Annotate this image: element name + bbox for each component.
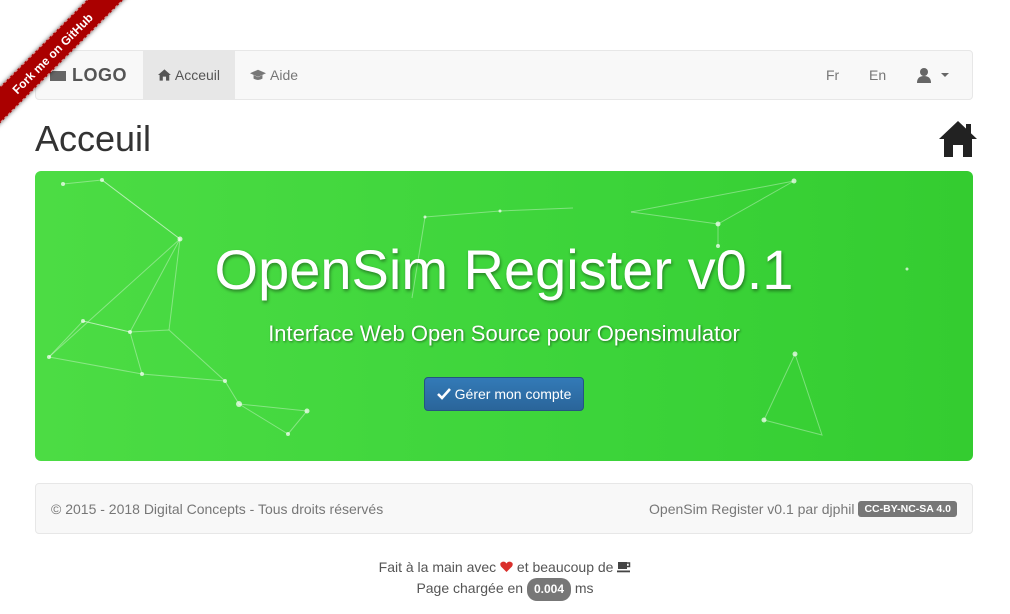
lang-en-label: En [869,67,887,83]
credits-page-loaded: Page chargée en [416,580,524,596]
footer-credit: OpenSim Register v0.1 par djphil CC-BY-N… [649,501,957,517]
nav-item-acceuil[interactable]: Acceuil [143,51,235,99]
jumbotron-heading: OpenSim Register v0.1 [214,238,794,301]
manage-account-label: Gérer mon compte [454,386,572,402]
home-icon [158,69,171,81]
manage-account-button[interactable]: Gérer mon compte [424,377,584,411]
credits-ms-unit: ms [574,580,594,596]
lang-en-link[interactable]: En [854,51,901,99]
caret-down-icon [941,73,949,77]
github-ribbon-container: Fork me on GitHub [0,0,150,150]
license-badge[interactable]: CC-BY-NC-SA 4.0 [858,501,957,517]
user-menu-dropdown[interactable] [901,51,969,99]
credits: Fait à la main avec et beaucoup de Page … [0,557,1010,601]
lang-fr-label: Fr [826,67,840,83]
heart-icon [500,561,513,572]
nav-item-label: Acceuil [174,67,220,83]
load-time-badge: 0.004 [526,578,571,601]
check-icon [436,388,451,400]
nav-item-aide[interactable]: Aide [235,51,313,99]
credits-and-lots-of: et beaucoup de [516,559,614,575]
user-icon [917,68,931,83]
jumbotron: OpenSim Register v0.1 Interface Web Open… [35,171,973,461]
footer-copyright: © 2015 - 2018 Digital Concepts - Tous dr… [51,501,384,517]
credits-made-by-hand: Fait à la main avec [378,559,497,575]
jumbotron-subheading: Interface Web Open Source pour Opensimul… [268,321,740,346]
home-icon [939,121,977,157]
credits-line-2: Page chargée en 0.004 ms [0,578,1010,601]
graduation-cap-icon [250,69,266,80]
nav-item-label: Aide [270,67,299,83]
coffee-icon [617,562,631,573]
particle-network-background [47,178,909,436]
footer-credit-text: OpenSim Register v0.1 par djphil [649,501,855,517]
fork-me-ribbon[interactable]: Fork me on GitHub [0,0,132,133]
lang-fr-link[interactable]: Fr [811,51,854,99]
footer: © 2015 - 2018 Digital Concepts - Tous dr… [35,483,973,534]
navbar: LOGO Acceuil Aide Fr En [35,50,973,100]
credits-line-1: Fait à la main avec et beaucoup de [0,557,1010,578]
